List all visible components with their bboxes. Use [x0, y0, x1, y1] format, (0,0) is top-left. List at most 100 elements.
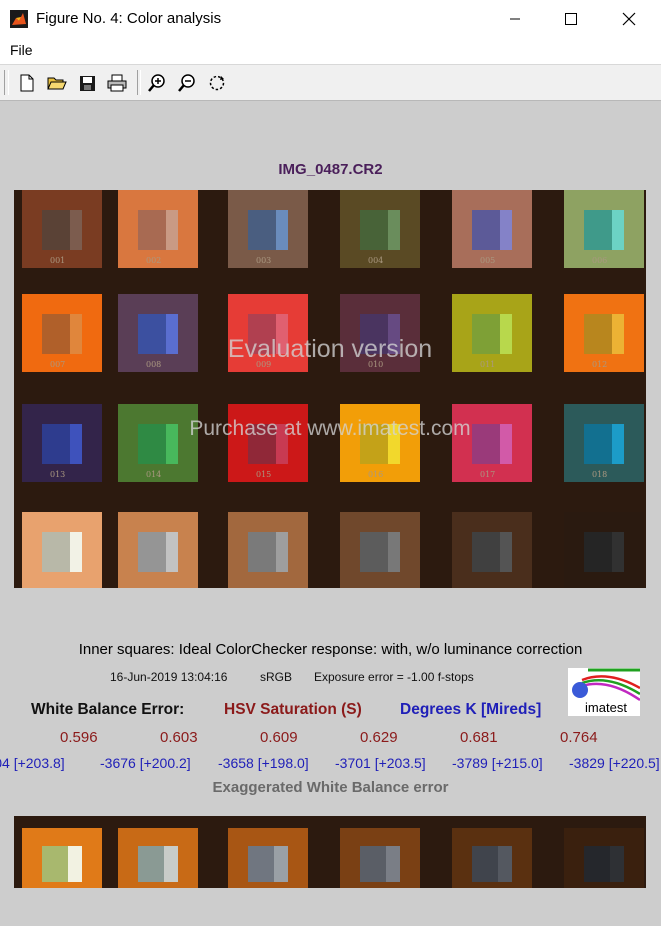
- svg-text:imatest: imatest: [585, 700, 627, 715]
- color-patch-022: [340, 512, 420, 588]
- patch-number: 003: [256, 256, 272, 265]
- ideal-square: [166, 532, 178, 572]
- open-folder-icon: [47, 77, 67, 90]
- ideal-square: [612, 210, 624, 250]
- ideal-square: [166, 210, 178, 250]
- ideal-square: [612, 532, 624, 572]
- print-button[interactable]: [106, 72, 128, 94]
- ideal-square: [388, 532, 400, 572]
- kelvin-value-5: -3789 [+215.0]: [452, 755, 543, 771]
- imatest-logo: imatest: [568, 668, 641, 716]
- close-button[interactable]: [600, 0, 658, 38]
- toolbar-separator: [137, 70, 141, 95]
- ideal-square: [70, 210, 82, 250]
- wb-ideal-square: [274, 846, 288, 882]
- wb-ideal-square: [164, 846, 178, 882]
- wb-patch-5: [452, 828, 532, 888]
- saturation-value-3: 0.609: [260, 729, 298, 746]
- kelvin-value-2: -3676 [+200.2]: [100, 755, 191, 771]
- close-icon: [622, 12, 636, 26]
- toolbar: [0, 65, 661, 101]
- wb-ideal-square: [386, 846, 400, 882]
- wb-patch-2: [118, 828, 198, 888]
- color-patch-015: 015: [228, 404, 308, 482]
- color-patch-020: [118, 512, 198, 588]
- wb-patch-1: [22, 828, 102, 888]
- maximize-button[interactable]: [542, 0, 600, 38]
- capture-date: 16-Jun-2019 13:04:16: [110, 670, 228, 684]
- patch-number: 001: [50, 256, 66, 265]
- saturation-value-2: 0.603: [160, 729, 198, 746]
- minimize-icon: [510, 18, 520, 20]
- patch-number: 014: [146, 470, 162, 479]
- color-patch-024: [564, 512, 644, 588]
- exaggerated-wb-image: [14, 816, 646, 888]
- color-patch-002: 002: [118, 190, 198, 268]
- color-patch-017: 017: [452, 404, 532, 482]
- patch-number: 013: [50, 470, 66, 479]
- patch-number: 005: [480, 256, 496, 265]
- kelvin-value-1: -3704 [+203.8]: [0, 755, 65, 771]
- color-patch-003: 003: [228, 190, 308, 268]
- white-balance-error-label: White Balance Error:: [31, 701, 185, 718]
- saturation-value-4: 0.629: [360, 729, 398, 746]
- menu-bar: File: [0, 38, 661, 65]
- saturation-value-6: 0.764: [560, 729, 598, 746]
- zoom-out-button[interactable]: [176, 72, 198, 94]
- wb-ideal-square: [68, 846, 82, 882]
- wb-patch-3: [228, 828, 308, 888]
- kelvin-value-3: -3658 [+198.0]: [218, 755, 309, 771]
- rotate-icon: [209, 75, 225, 91]
- zoom-out-icon: [178, 74, 195, 92]
- wb-ideal-square: [610, 846, 624, 882]
- save-button[interactable]: [76, 72, 98, 94]
- color-patch-005: 005: [452, 190, 532, 268]
- patch-number: 002: [146, 256, 162, 265]
- ideal-square: [388, 210, 400, 250]
- saturation-value-1: 0.596: [60, 729, 98, 746]
- color-patch-006: 006: [564, 190, 644, 268]
- color-patch-023: [452, 512, 532, 588]
- new-document-icon: [20, 74, 34, 92]
- color-patch-016: 016: [340, 404, 420, 482]
- degrees-k-label: Degrees K [Mireds]: [400, 701, 542, 718]
- inner-squares-caption: Inner squares: Ideal ColorChecker respon…: [78, 641, 583, 658]
- patch-number: 017: [480, 470, 496, 479]
- title-bar: Figure No. 4: Color analysis: [0, 0, 661, 38]
- ideal-square: [276, 210, 288, 250]
- color-patch-001: 001: [22, 190, 102, 268]
- ideal-square: [500, 532, 512, 572]
- ideal-square: [70, 532, 82, 572]
- watermark-purchase: Purchase at www.imatest.com: [189, 417, 471, 440]
- save-icon: [79, 75, 95, 91]
- wb-ideal-square: [498, 846, 512, 882]
- patch-number: 018: [592, 470, 608, 479]
- zoom-in-icon: [148, 74, 165, 92]
- colorspace-label: sRGB: [260, 670, 293, 684]
- toolbar-grip[interactable]: [4, 70, 9, 95]
- patch-number: 004: [368, 256, 384, 265]
- exposure-error: Exposure error = -1.00 f-stops: [314, 670, 474, 684]
- watermark-evaluation: Evaluation version: [227, 335, 433, 363]
- color-patch-019: [22, 512, 102, 588]
- ideal-square: [500, 210, 512, 250]
- kelvin-value-6: -3829 [+220.5]: [569, 755, 660, 771]
- colorchecker-image: 001 002 003 004 005 006 007 008 009 010 011 012 013 0…: [14, 190, 646, 588]
- zoom-in-button[interactable]: [146, 72, 168, 94]
- wb-patch-6: [564, 828, 644, 888]
- maximize-icon: [565, 13, 577, 25]
- minimize-button[interactable]: [486, 0, 544, 38]
- menu-file[interactable]: File: [10, 42, 33, 58]
- patch-number: 006: [592, 256, 608, 265]
- window-title: Figure No. 4: Color analysis: [36, 10, 222, 27]
- color-patch-021: [228, 512, 308, 588]
- color-patch-014: 014: [118, 404, 198, 482]
- patch-number: 015: [256, 470, 272, 479]
- imatest-logo-graphic: imatest: [572, 668, 641, 715]
- rotate-button[interactable]: [206, 72, 228, 94]
- new-document-button[interactable]: [16, 72, 38, 94]
- figure-title: IMG_0487.CR2: [278, 161, 383, 178]
- patch-number: 016: [368, 470, 384, 479]
- open-folder-button[interactable]: [46, 72, 68, 94]
- exaggerated-wb-title: Exaggerated White Balance error: [212, 779, 449, 796]
